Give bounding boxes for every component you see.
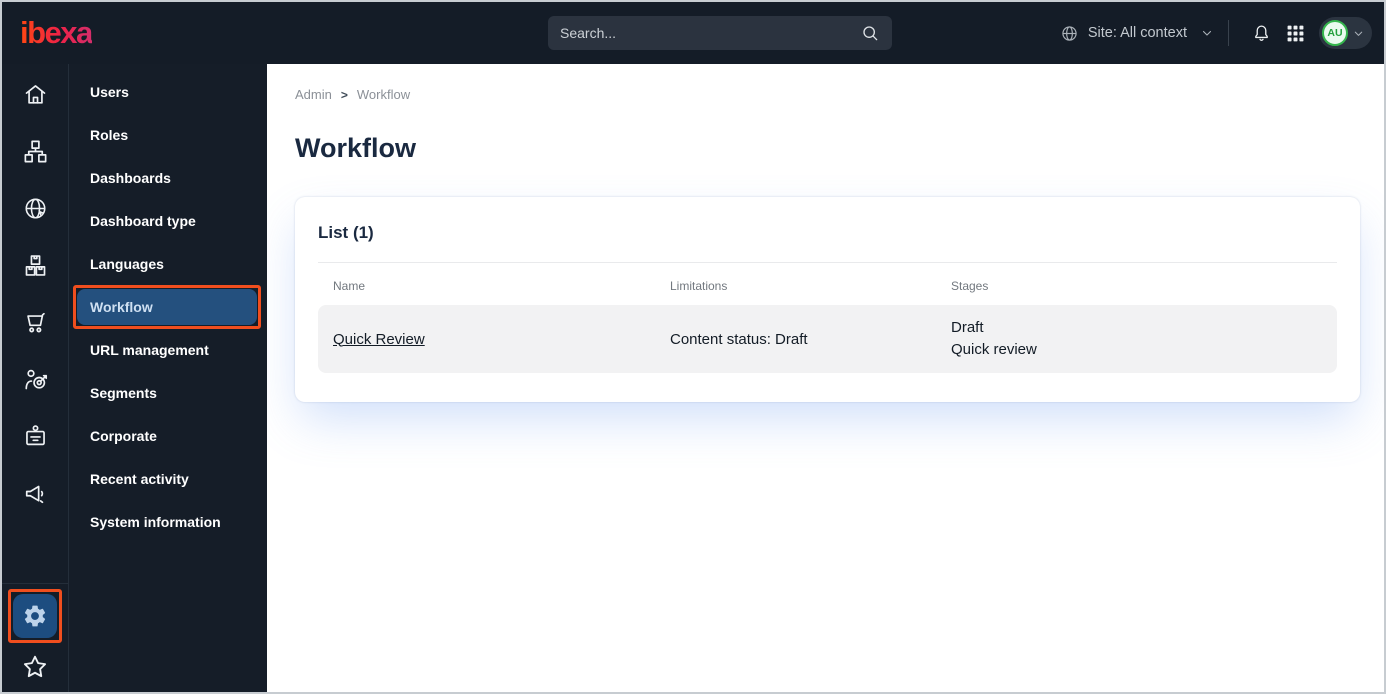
breadcrumb-workflow: Workflow — [356, 87, 411, 102]
chevron-down-icon — [1353, 28, 1364, 39]
list-count-title: List (1) — [318, 223, 374, 242]
sidebar-item-workflow[interactable]: Workflow — [73, 285, 261, 329]
sidebar-item-url-management[interactable]: URL management — [77, 332, 257, 368]
admin-submenu: Users Roles Dashboards Dashboard type La… — [69, 64, 267, 692]
topbar-actions: Site: All context AU — [1060, 17, 1372, 49]
column-header-limitations: Limitations — [670, 279, 728, 293]
avatar: AU — [1322, 20, 1348, 46]
column-header-name: Name — [333, 279, 366, 293]
sidebar-item-dashboard-type[interactable]: Dashboard type — [77, 203, 257, 239]
table-row[interactable]: Quick Review Content status: Draft Draft… — [318, 305, 1337, 373]
site-context-label: Site: All context — [1087, 25, 1187, 41]
breadcrumb-separator: > — [340, 87, 348, 102]
stage-item: Quick review — [951, 341, 1037, 358]
top-bar: ibexa Site: All context — [2, 2, 1384, 64]
main-content: Admin > Workflow Workflow List (1) Name … — [267, 64, 1384, 692]
main-icon-sidebar — [2, 64, 69, 692]
topbar-divider — [1228, 20, 1229, 46]
workflow-stages: Draft Quick review — [936, 317, 1337, 361]
megaphone-icon[interactable] — [20, 478, 50, 508]
search-icon[interactable] — [860, 23, 880, 43]
sidebar-item-languages[interactable]: Languages — [77, 246, 257, 282]
site-globe-icon[interactable] — [20, 193, 50, 223]
id-badge-icon[interactable] — [20, 421, 50, 451]
sidebar-item-system-information[interactable]: System information — [77, 504, 257, 540]
search-input[interactable] — [560, 25, 860, 41]
stage-item: Draft — [951, 319, 984, 336]
site-context-switcher[interactable]: Site: All context — [1060, 24, 1213, 43]
sidebar-item-recent-activity[interactable]: Recent activity — [77, 461, 257, 497]
home-icon[interactable] — [20, 79, 50, 109]
notifications-bell-icon[interactable] — [1251, 23, 1272, 44]
column-header-stages: Stages — [951, 279, 989, 293]
content-tree-icon[interactable] — [20, 136, 50, 166]
admin-settings-gear-icon[interactable] — [8, 589, 62, 643]
sidebar-item-segments[interactable]: Segments — [77, 375, 257, 411]
globe-icon — [1060, 24, 1079, 43]
sidebar-item-dashboards[interactable]: Dashboards — [77, 160, 257, 196]
cart-icon[interactable] — [20, 307, 50, 337]
app-window: ibexa Site: All context — [0, 0, 1386, 694]
workflow-name-link[interactable]: Quick Review — [333, 331, 425, 348]
workflow-limitations: Content status: Draft — [670, 330, 808, 348]
favorites-star-icon[interactable] — [20, 652, 50, 682]
page-title: Workflow — [295, 133, 416, 163]
table-header-row: Name Limitations Stages — [318, 279, 1337, 293]
ibexa-logo[interactable]: ibexa — [20, 15, 93, 51]
global-search[interactable] — [548, 16, 892, 50]
sidebar-item-roles[interactable]: Roles — [77, 117, 257, 153]
workflow-list-card: List (1) Name Limitations Stages Quick R… — [295, 197, 1360, 402]
sidebar-item-corporate[interactable]: Corporate — [77, 418, 257, 454]
product-catalog-icon[interactable] — [20, 250, 50, 280]
sidebar-item-users[interactable]: Users — [77, 74, 257, 110]
apps-grid-icon[interactable] — [1286, 24, 1305, 43]
rail-divider — [2, 583, 69, 584]
chevron-down-icon — [1201, 27, 1213, 39]
audience-target-icon[interactable] — [20, 364, 50, 394]
breadcrumb: Admin > Workflow — [295, 87, 1360, 102]
card-divider — [318, 262, 1337, 263]
user-menu[interactable]: AU — [1319, 17, 1372, 49]
breadcrumb-admin[interactable]: Admin — [295, 87, 332, 102]
